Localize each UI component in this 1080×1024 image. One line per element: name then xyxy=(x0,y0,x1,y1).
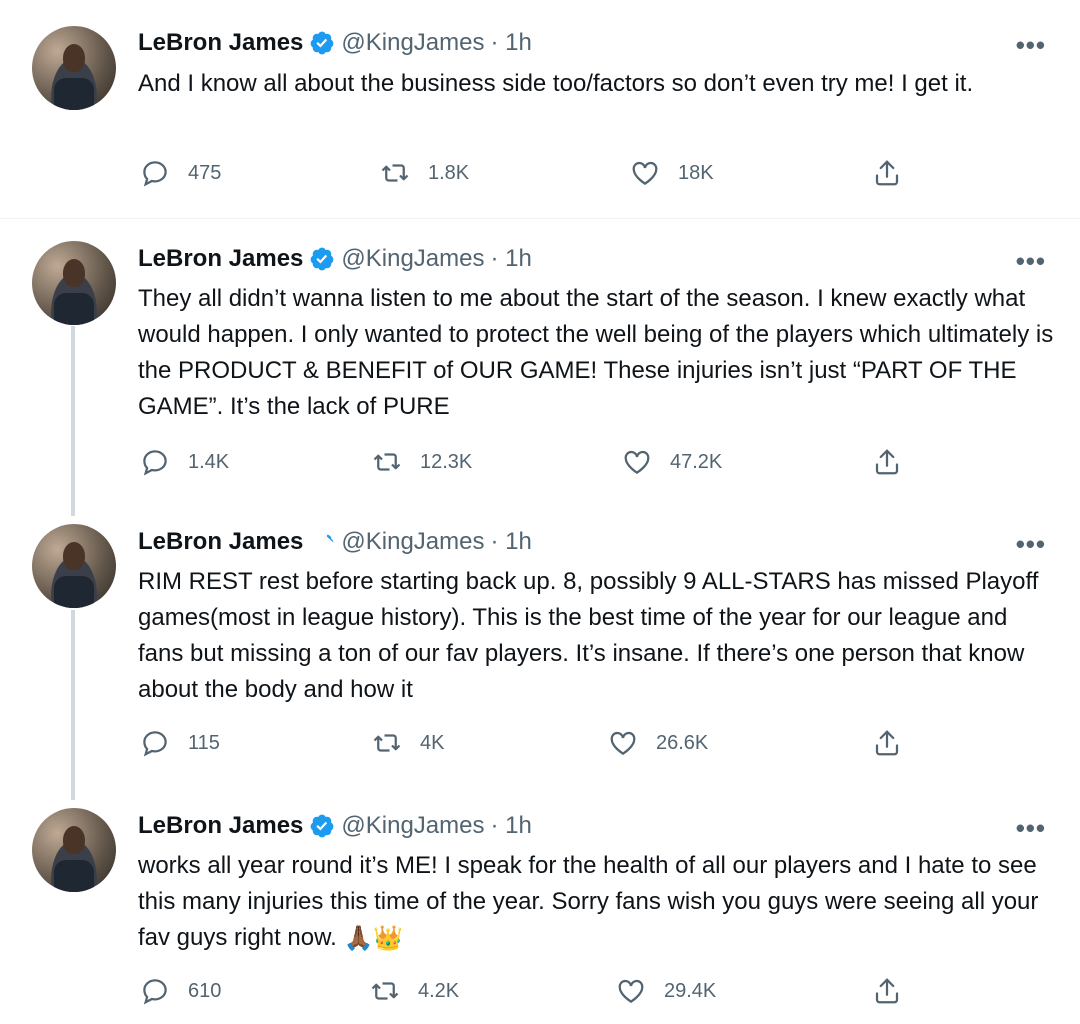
more-icon[interactable]: ••• xyxy=(1016,246,1046,277)
tweet-text: And I know all about the business side t… xyxy=(138,70,974,97)
share-button[interactable] xyxy=(872,976,920,1006)
like-icon xyxy=(632,161,658,185)
verified-badge-icon xyxy=(311,814,334,838)
author-name[interactable]: LeBron James xyxy=(138,29,303,57)
avatar[interactable] xyxy=(32,808,116,892)
reply-count: 475 xyxy=(188,161,222,184)
author-handle[interactable]: @KingJames xyxy=(341,528,484,556)
reply-icon xyxy=(143,450,167,476)
retweet-button[interactable]: 4.2K xyxy=(370,976,459,1006)
tweet[interactable]: LeBron James @KingJames · 1h ••• They al… xyxy=(0,219,1080,509)
verified-badge-icon xyxy=(316,534,334,547)
reply-count: 610 xyxy=(188,979,222,1002)
author-name[interactable]: LeBron James xyxy=(138,812,303,840)
like-count: 47.2K xyxy=(670,450,723,473)
retweet-count: 4.2K xyxy=(418,979,460,1002)
reply-button[interactable]: 1.4K xyxy=(140,447,229,477)
retweet-icon xyxy=(381,164,409,182)
retweet-icon xyxy=(371,982,399,1000)
like-button[interactable]: 47.2K xyxy=(622,447,722,477)
timestamp[interactable]: · 1h xyxy=(491,528,532,556)
reply-button[interactable]: 115 xyxy=(140,728,220,758)
like-button[interactable]: 18K xyxy=(630,158,714,188)
author-handle[interactable]: @KingJames xyxy=(341,245,484,273)
avatar[interactable] xyxy=(32,26,116,110)
retweet-count: 4K xyxy=(420,731,445,754)
share-icon xyxy=(875,730,899,756)
tweet-text: works all year round it’s ME! I speak fo… xyxy=(138,852,1039,951)
tweet[interactable]: LeBron James @KingJames · 1h ••• works a… xyxy=(0,804,1080,1024)
tweet-header: LeBron James @KingJames · 1h xyxy=(138,26,532,60)
retweet-icon xyxy=(373,453,401,471)
author-handle[interactable]: @KingJames xyxy=(341,812,484,840)
more-icon[interactable]: ••• xyxy=(1016,30,1046,61)
tweet[interactable]: LeBron James @KingJames · 1h ••• And I k… xyxy=(0,0,1080,218)
like-count: 26.6K xyxy=(656,731,709,754)
reply-icon xyxy=(143,979,167,1005)
avatar[interactable] xyxy=(32,241,116,325)
more-icon[interactable]: ••• xyxy=(1016,813,1046,844)
share-button[interactable] xyxy=(872,728,920,758)
author-name[interactable]: LeBron James xyxy=(138,528,303,556)
share-button[interactable] xyxy=(872,158,920,188)
author-handle[interactable]: @KingJames xyxy=(341,29,484,57)
reply-icon xyxy=(143,161,167,187)
retweet-icon xyxy=(373,734,401,752)
like-icon xyxy=(624,450,650,474)
reply-count: 115 xyxy=(188,731,220,754)
like-icon xyxy=(610,731,636,755)
timestamp[interactable]: · 1h xyxy=(491,29,532,57)
tweet-actions: 475 1.8K 18K xyxy=(0,158,1080,198)
timestamp[interactable]: · 1h xyxy=(491,245,532,273)
like-button[interactable]: 29.4K xyxy=(616,976,716,1006)
avatar[interactable] xyxy=(32,524,116,608)
retweet-button[interactable]: 12.3K xyxy=(372,447,472,477)
tweet-actions: 610 4.2K 29.4K xyxy=(0,976,1080,1016)
reply-icon xyxy=(143,731,167,757)
share-button[interactable] xyxy=(872,447,920,477)
tweet-text-container: works all year round it’s ME! I speak fo… xyxy=(138,848,1058,957)
verified-badge-icon xyxy=(311,247,334,271)
tweet-text: RIM REST rest before starting back up. 8… xyxy=(138,568,1039,703)
reply-button[interactable]: 475 xyxy=(140,158,221,188)
share-icon xyxy=(875,978,899,1004)
share-icon xyxy=(875,449,899,475)
tweet-actions: 1.4K 12.3K 47.2K xyxy=(0,447,1080,487)
tweet[interactable]: LeBron James @KingJames · 1h ••• RIM RES… xyxy=(0,510,1080,802)
share-icon xyxy=(875,160,899,186)
tweet-header: LeBron James @KingJames · 1h xyxy=(138,809,532,843)
retweet-count: 1.8K xyxy=(428,161,470,184)
like-button[interactable]: 26.6K xyxy=(608,728,708,758)
retweet-button[interactable]: 4K xyxy=(372,728,444,758)
verified-badge-icon xyxy=(311,31,334,55)
tweet-actions: 115 4K 26.6K xyxy=(0,728,1080,768)
reply-count: 1.4K xyxy=(188,450,230,473)
like-count: 29.4K xyxy=(664,979,717,1002)
author-name[interactable]: LeBron James xyxy=(138,245,303,273)
tweet-header: LeBron James @KingJames · 1h xyxy=(138,242,532,276)
retweet-button[interactable]: 1.8K xyxy=(380,158,469,188)
timestamp[interactable]: · 1h xyxy=(491,812,532,840)
like-count: 18K xyxy=(678,161,714,184)
emoji-folded-hands-crown: 🙏🏾👑 xyxy=(343,924,404,952)
retweet-count: 12.3K xyxy=(420,450,473,473)
tweet-header: LeBron James @KingJames · 1h xyxy=(138,525,532,559)
tweet-text: They all didn’t wanna listen to me about… xyxy=(138,285,1054,420)
like-icon xyxy=(618,979,644,1003)
more-icon[interactable]: ••• xyxy=(1016,529,1046,560)
reply-button[interactable]: 610 xyxy=(140,976,221,1006)
